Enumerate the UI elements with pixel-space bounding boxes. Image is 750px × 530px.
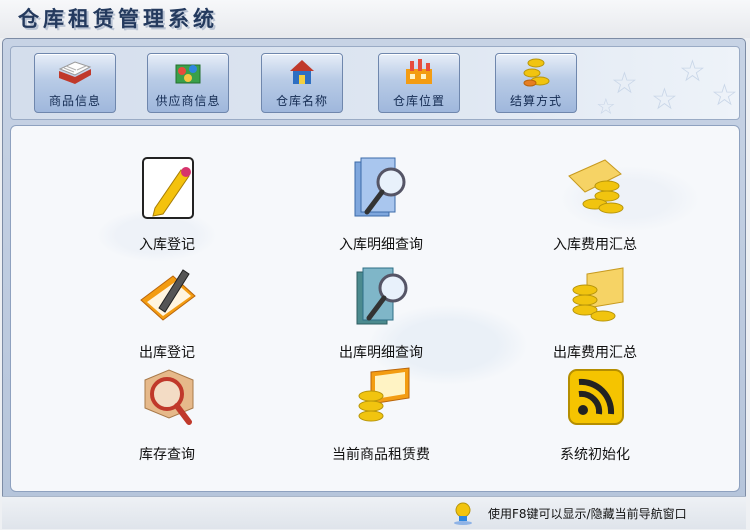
house-icon [290,60,314,84]
tile-label: 入库费用汇总 [553,237,637,253]
coins-laptop-icon [572,267,624,322]
coins-notebook-icon [358,367,410,422]
factory-icon [406,59,432,84]
book-icon [58,61,92,84]
decor-star-icon: ☆ [651,82,678,117]
toolbar-button-settlement[interactable]: 结算方式 [495,53,577,113]
folder-pencil-icon [140,269,196,321]
toolbar-button-supplier-info[interactable]: 供应商信息 [147,53,229,113]
tile-outbound-detail-query[interactable]: 出库明细查询 [301,264,461,368]
tile-outbound-register[interactable]: 出库登记 [87,264,247,368]
tile-label: 出库费用汇总 [553,345,637,361]
tile-outbound-fee-summary[interactable]: 出库费用汇总 [515,264,675,368]
decor-star-icon: ☆ [711,78,738,113]
tile-label: 入库明细查询 [339,237,423,253]
toolbar-button-label: 结算方式 [509,94,562,108]
rss-icon [568,369,624,425]
tile-label: 出库登记 [139,345,195,361]
lightbulb-icon [454,502,472,525]
tile-label: 库存查询 [139,447,195,463]
toolbar-button-label: 仓库名称 [275,94,328,108]
suppliers-icon [175,64,201,84]
tile-inventory-query[interactable]: 库存查询 [87,366,247,470]
toolbar-button-product-info[interactable]: 商品信息 [34,53,116,113]
coins-card-icon [568,159,624,214]
toolbar-button-label: 供应商信息 [155,94,221,108]
box-magnifier-icon [144,369,194,425]
toolbar: ☆ ☆ ☆ ☆ ☆ 商品信息 供应商信息 仓库名称 仓库位置 结算方式 [10,46,740,120]
toolbar-button-warehouse-location[interactable]: 仓库位置 [378,53,460,113]
status-bar: 使用F8键可以显示/隐藏当前导航窗口 [2,496,746,529]
title-bar: 仓库租赁管理系统 [0,0,750,38]
toolbar-button-warehouse-name[interactable]: 仓库名称 [261,53,343,113]
main-frame: ☆ ☆ ☆ ☆ ☆ 商品信息 供应商信息 仓库名称 仓库位置 结算方式 入库登记… [2,38,746,528]
decor-star-icon: ☆ [596,95,616,120]
tile-label: 当前商品租赁费 [332,447,430,463]
magnifier-document-icon [354,157,406,217]
decor-star-icon: ☆ [679,54,706,89]
tile-inbound-fee-summary[interactable]: 入库费用汇总 [515,156,675,260]
navigation-panel: 入库登记 入库明细查询 入库费用汇总 出库登记 出库明细查询 出库费用汇总 库存… [10,125,740,492]
tile-inbound-detail-query[interactable]: 入库明细查询 [301,156,461,260]
app-title: 仓库租赁管理系统 [18,6,218,31]
tile-label: 系统初始化 [560,447,630,463]
tile-label: 出库明细查询 [339,345,423,361]
toolbar-button-label: 仓库位置 [392,94,445,108]
tile-label: 入库登记 [139,237,195,253]
pencil-paper-icon [142,157,194,219]
toolbar-button-label: 商品信息 [48,94,101,108]
tile-current-rental-fee[interactable]: 当前商品租赁费 [301,366,461,470]
status-tip-text: 使用F8键可以显示/隐藏当前导航窗口 [488,507,687,521]
coins-icon [523,58,550,87]
magnifier-folder-icon [356,267,408,325]
tile-inbound-register[interactable]: 入库登记 [87,156,247,260]
tile-system-init[interactable]: 系统初始化 [515,366,675,470]
